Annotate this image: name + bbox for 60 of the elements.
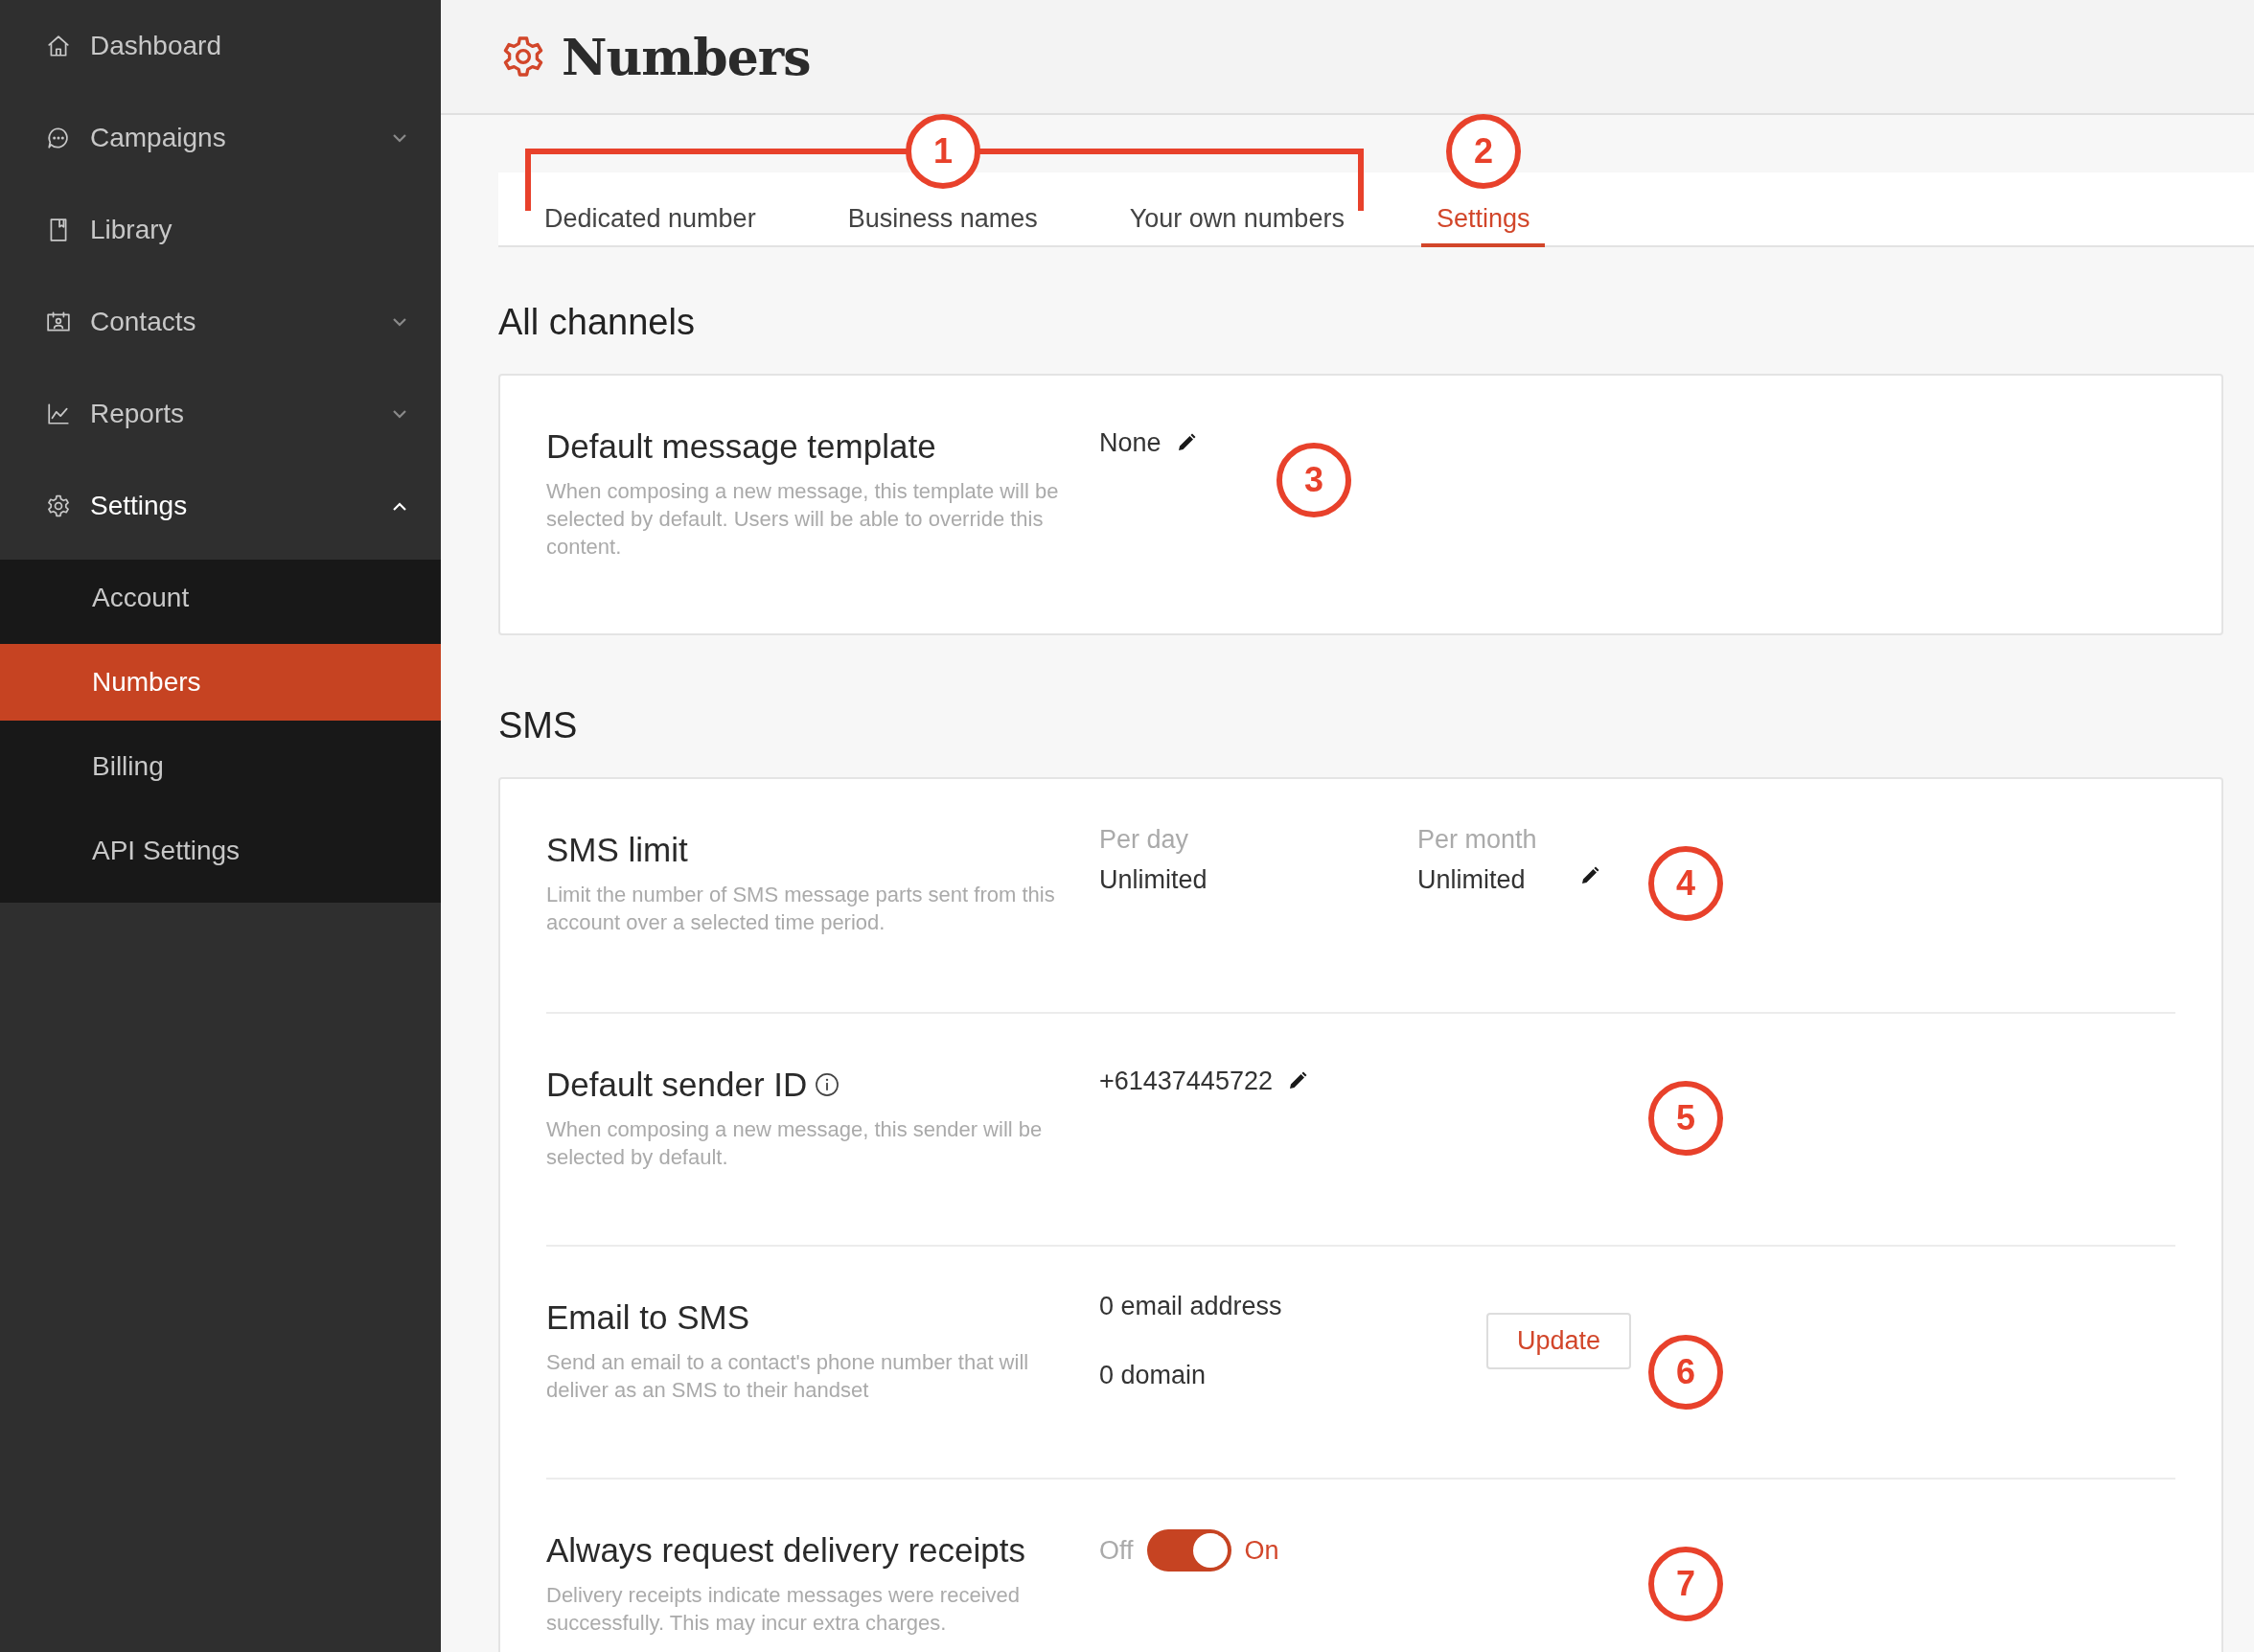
submenu-item[interactable]: Account [0,560,441,636]
pencil-icon[interactable] [1287,1071,1307,1090]
tab[interactable]: Business names [832,194,1053,247]
home-icon [46,34,71,58]
sidebar-label: Contacts [90,307,197,337]
sidebar-item[interactable]: Dashboard [0,0,441,92]
setting-description: When composing a new message, this sender will be selected by default. [546,1116,1044,1171]
contact-card-icon [46,310,71,334]
page-title: Numbers [562,27,811,86]
submenu-item[interactable]: API Settings [0,813,441,889]
setting-value: None [1099,427,1162,459]
toggle-switch[interactable] [1146,1529,1231,1572]
setting-description: Limit the number of SMS message parts sent from this account over a selected time period. [546,882,1056,936]
limit-value: Unlimited [1417,864,1527,896]
sidebar-label: Campaigns [90,123,227,153]
chat-bubble-icon [46,126,71,150]
setting-description: Delivery receipts indicate messages were received successfully. This may incur extra charges. [546,1582,1021,1637]
setting-value: 0 email address [1099,1291,1282,1322]
limit-label: Per day [1099,825,1190,855]
sidebar-item[interactable]: Library [0,184,441,276]
sidebar-item[interactable]: Campaigns [0,92,441,184]
gear-icon [46,493,71,518]
callout-marker: 5 [1648,1081,1723,1156]
sidebar-item[interactable]: Settings [0,460,441,552]
callout-marker: 4 [1648,846,1723,921]
tab[interactable]: Settings [1420,194,1546,247]
pencil-icon[interactable] [1580,866,1599,885]
line-chart-icon [46,402,71,426]
limit-label: Per month [1417,825,1538,855]
sidebar-label: Library [90,215,173,245]
setting-description: When composing a new message, this template will be selected by default. Users will be able to override this content. [546,478,1060,561]
setting-value: 0 domain [1099,1360,1208,1391]
setting-title: Default sender ID [546,1065,808,1105]
callout-marker: 3 [1276,443,1351,517]
setting-title: SMS limit [546,830,688,870]
callout-marker: 1 [906,114,980,189]
setting-value: +61437445722 [1099,1066,1273,1097]
tab[interactable]: Dedicated number [529,194,771,247]
setting-title: Email to SMS [546,1297,749,1338]
section-heading: All channels [497,301,696,344]
tab[interactable]: Your own numbers [1114,194,1360,247]
callout-marker: 7 [1648,1547,1723,1621]
setting-title: Always request delivery receipts [546,1530,1025,1571]
callout-marker: 6 [1648,1335,1723,1410]
callout-marker: 2 [1446,114,1521,189]
section-heading: SMS [497,704,579,747]
submenu-item[interactable]: Numbers [0,644,441,721]
limit-value: Unlimited [1099,864,1208,896]
setting-description: Send an email to a contact's phone number that will deliver as an SMS to their handset [546,1349,1030,1404]
sidebar-label: Settings [90,491,189,521]
sidebar-item[interactable]: Contacts [0,276,441,368]
setting-title: Default message template [546,426,936,467]
update-button[interactable]: Update [1485,1312,1631,1369]
sidebar-label: Dashboard [90,31,222,61]
on-label: On [1244,1535,1279,1566]
sidebar-item[interactable]: Reports [0,368,441,460]
submenu-item[interactable]: Billing [0,728,441,805]
off-label: Off [1099,1535,1134,1566]
pencil-icon[interactable] [1176,433,1196,452]
sidebar-label: Reports [90,399,186,429]
